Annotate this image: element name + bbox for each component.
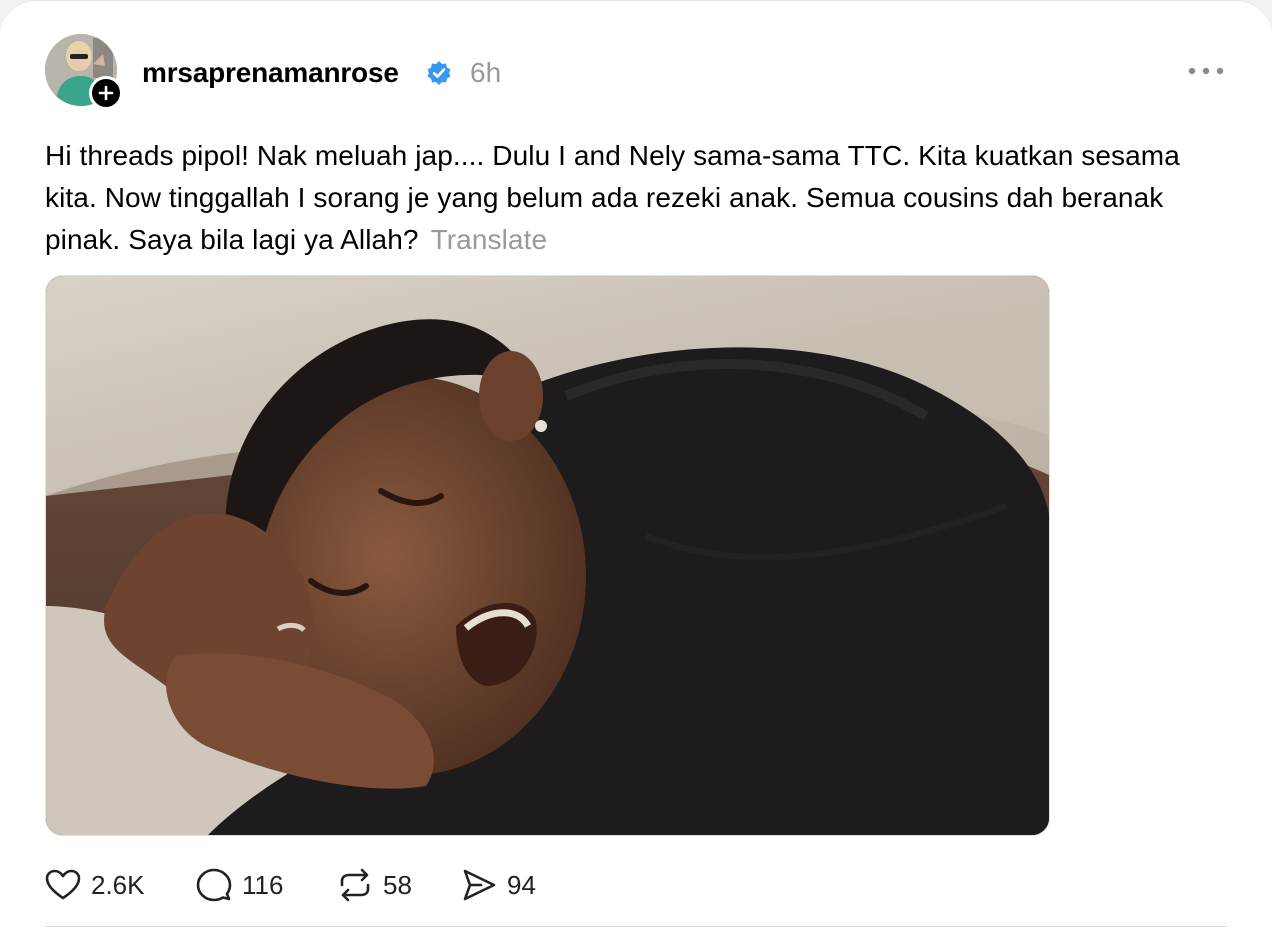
avatar-container[interactable]: [45, 34, 123, 110]
divider: [45, 926, 1227, 927]
plus-icon: [98, 85, 114, 101]
follow-button[interactable]: [89, 76, 123, 110]
repost-button[interactable]: 58: [337, 865, 412, 905]
post-timestamp: 6h: [470, 57, 502, 88]
post-card: mrsaprenamanrose 6h Hi threads pipol! Na…: [0, 0, 1272, 928]
post-text: Hi threads pipol! Nak meluah jap.... Dul…: [45, 140, 1180, 255]
reply-count: 116: [242, 870, 284, 900]
like-button[interactable]: 2.6K: [45, 865, 145, 905]
repost-icon: [340, 868, 370, 902]
post-image-illustration: [46, 276, 1049, 835]
more-options-icon[interactable]: [1186, 63, 1226, 79]
repost-count: 58: [383, 870, 412, 900]
share-count: 94: [507, 870, 536, 900]
comment-icon: [196, 868, 232, 902]
post-body: Hi threads pipol! Nak meluah jap.... Dul…: [45, 135, 1225, 261]
share-button[interactable]: 94: [461, 865, 536, 905]
username[interactable]: mrsaprenamanrose: [142, 57, 399, 89]
verified-badge-icon: [427, 61, 451, 85]
like-count: 2.6K: [91, 870, 145, 900]
heart-icon: [45, 869, 81, 900]
translate-link[interactable]: Translate: [431, 224, 548, 255]
post-image[interactable]: [45, 275, 1050, 836]
share-icon: [463, 869, 496, 901]
reply-button[interactable]: 116: [196, 865, 283, 905]
